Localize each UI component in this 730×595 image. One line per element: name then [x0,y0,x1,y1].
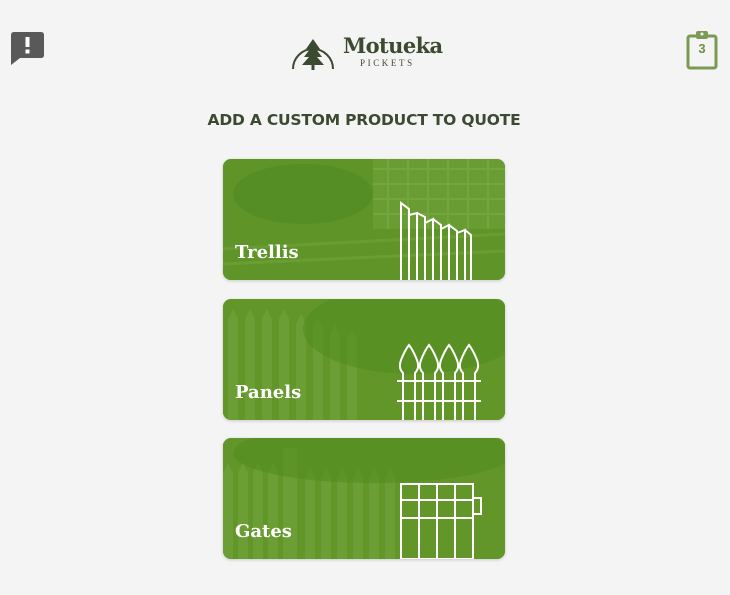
page-title: ADD A CUSTOM PRODUCT TO QUOTE [207,111,521,129]
trellis-icon [400,201,472,280]
product-label: Panels [235,382,302,403]
gate-icon [400,483,482,559]
brand-name: Motueka [343,33,443,58]
product-label: Gates [235,521,292,542]
product-card-gates[interactable]: Gates [223,438,505,559]
product-label: Trellis [235,242,299,263]
feedback-button[interactable] [10,30,46,66]
picket-panel-icon [397,343,481,420]
brand-subtitle: PICKETS [360,58,415,68]
brand-logo[interactable]: Motueka PICKETS [290,33,443,71]
product-card-trellis[interactable]: Trellis [223,159,505,280]
feedback-alert-icon [11,32,44,65]
quote-item-count: 3 [698,41,706,56]
tree-logo-icon [292,39,334,70]
product-card-panels[interactable]: Panels [223,299,505,420]
quote-clipboard-button[interactable]: 3 [686,30,718,70]
